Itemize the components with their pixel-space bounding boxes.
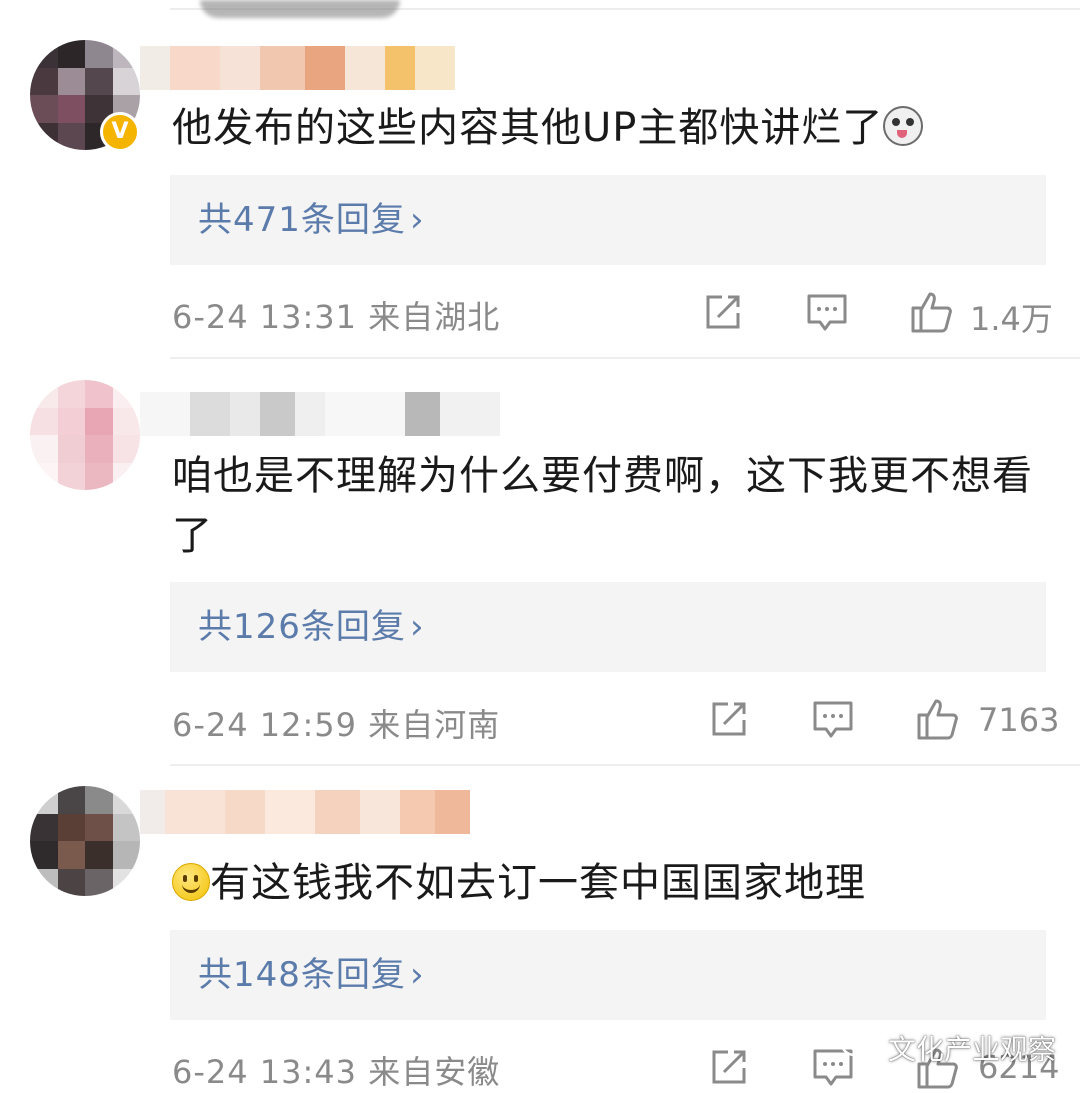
blurred-content <box>200 0 400 18</box>
comment-text-content: 他发布的这些内容其他UP主都快讲烂了 <box>172 105 884 151</box>
comment-text: 有这钱我不如去订一套中国国家地理 <box>172 853 1042 913</box>
replies-label: 共126条回复 <box>198 607 406 647</box>
share-icon[interactable] <box>702 293 742 333</box>
avatar[interactable] <box>30 380 140 490</box>
smile-emoji-icon <box>172 863 210 901</box>
verified-badge-icon: V <box>100 112 140 152</box>
chevron-right-icon: › <box>410 200 424 240</box>
comment-icon[interactable] <box>812 700 854 740</box>
replies-link[interactable]: 共471条回复 › <box>170 175 1046 265</box>
like-icon[interactable] <box>910 290 954 334</box>
replies-link[interactable]: 共148条回复 › <box>170 930 1046 1020</box>
comment-meta: 6-24 13:31 来自湖北 <box>172 298 501 336</box>
replies-link[interactable]: 共126条回复 › <box>170 582 1046 672</box>
comment-icon[interactable] <box>806 293 848 333</box>
divider <box>170 764 1080 766</box>
comment-text-content: 有这钱我不如去订一套中国国家地理 <box>210 860 866 906</box>
like-count: 1.4万 <box>970 300 1053 338</box>
chevron-right-icon: › <box>410 955 424 995</box>
like-count: 7163 <box>978 701 1060 739</box>
replies-label: 共148条回复 <box>198 955 406 995</box>
wechat-icon <box>840 1031 879 1063</box>
comment-text: 咱也是不理解为什么要付费啊，这下我更不想看了 <box>172 453 1033 559</box>
username-blurred[interactable] <box>140 790 470 834</box>
replies-label: 共471条回复 <box>198 200 406 240</box>
username-blurred[interactable] <box>140 46 455 90</box>
username-blurred[interactable] <box>140 392 500 436</box>
comment-meta: 6-24 13:43 来自安徽 <box>172 1053 501 1091</box>
dog-face-emoji-icon <box>883 106 924 146</box>
chevron-right-icon: › <box>410 607 424 647</box>
divider <box>170 357 1080 359</box>
avatar[interactable] <box>30 786 140 896</box>
share-icon[interactable] <box>708 1048 748 1088</box>
comment-meta: 6-24 12:59 来自河南 <box>172 706 501 744</box>
watermark: 文化产业观察 <box>840 1022 1070 1074</box>
share-icon[interactable] <box>708 700 748 740</box>
like-icon[interactable] <box>916 697 960 741</box>
comment-text: 他发布的这些内容其他UP主都快讲烂了 <box>172 98 1042 158</box>
watermark-text: 文化产业观察 <box>888 1033 1057 1066</box>
